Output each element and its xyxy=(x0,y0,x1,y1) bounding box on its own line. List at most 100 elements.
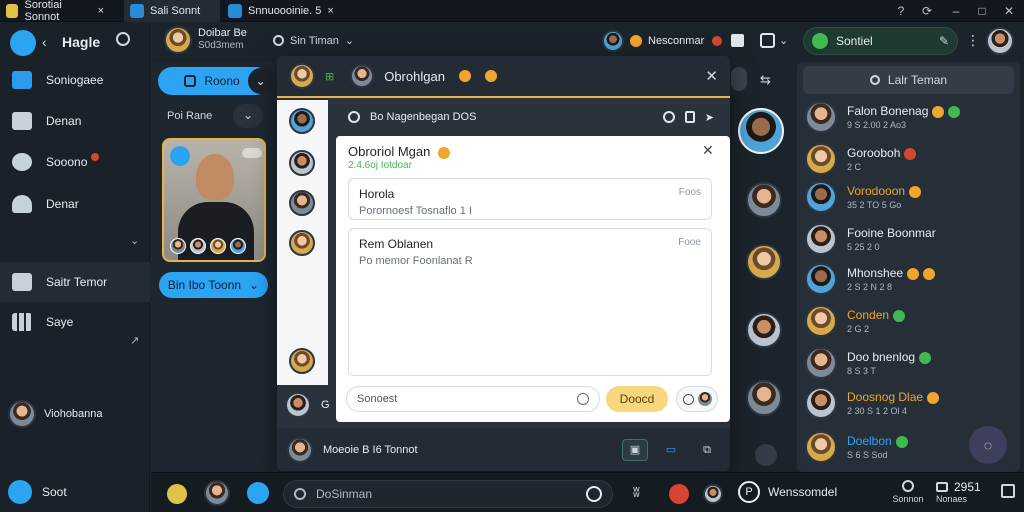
contact-avatar[interactable] xyxy=(746,312,782,348)
tab-2[interactable]: Sali Sonnt xyxy=(124,0,220,22)
profile-entry[interactable]: Viohobanna xyxy=(8,400,103,428)
avatar xyxy=(805,263,837,295)
channel-avatar[interactable] xyxy=(164,26,192,54)
avatar[interactable] xyxy=(289,230,315,256)
avatar[interactable] xyxy=(289,150,315,176)
fullscreen-icon[interactable] xyxy=(1001,484,1015,498)
sidebar-item-denar[interactable]: Denar xyxy=(0,184,150,224)
video-icon[interactable]: ▭ xyxy=(658,439,684,461)
contact-item[interactable]: Conden 2 G 2 xyxy=(805,302,1015,340)
logo-icon xyxy=(10,30,36,56)
butterfly-icon[interactable]: ʬ xyxy=(633,484,640,500)
avatar[interactable] xyxy=(703,484,723,504)
dialog-row[interactable]: G xyxy=(285,392,330,418)
close-window-icon[interactable]: ✕ xyxy=(1001,3,1017,19)
close-icon[interactable]: × xyxy=(98,5,104,17)
close-icon[interactable]: ✕ xyxy=(702,142,714,159)
dialog-footer: Moeoie B I6 Tonnot ▣ ▭ ⧉ xyxy=(277,428,730,471)
sidebar-item-label: Soniogaee xyxy=(46,73,104,87)
contact-item[interactable]: Fooine Boonmar 5 25 2 0 xyxy=(805,220,1015,258)
record-icon[interactable] xyxy=(755,444,777,466)
message-card[interactable]: Horola Porornoesf Tosnaflo 1 I Foos xyxy=(348,178,712,220)
swap-icon[interactable]: ⇆ xyxy=(760,72,771,88)
avatar xyxy=(190,238,206,254)
footer-label: Soot xyxy=(42,485,67,499)
selector-dropdown[interactable]: Sin Timan ⌄ xyxy=(273,34,354,47)
avatar[interactable] xyxy=(289,190,315,216)
attach-button[interactable] xyxy=(676,386,718,412)
tab-1[interactable]: Sorotiai Sonnot × xyxy=(0,0,110,23)
search-icon[interactable] xyxy=(662,111,675,123)
info-icon[interactable] xyxy=(348,111,360,123)
help-icon[interactable]: ? xyxy=(893,3,909,19)
message-preview: Porornoesf Tosnaflo 1 I xyxy=(359,205,472,217)
bottom-search-input[interactable]: DoSinman xyxy=(283,480,613,508)
sidebar-item-soniogaee[interactable]: Soniogaee xyxy=(0,60,150,100)
avatar[interactable] xyxy=(289,348,315,374)
arrow-icon[interactable]: ↗ xyxy=(130,334,139,347)
search-input[interactable]: Sontiel ✎ xyxy=(803,27,958,55)
sync-icon[interactable]: ⟳ xyxy=(919,3,935,19)
filter-label: Poi Rane xyxy=(167,110,213,122)
minimize-icon[interactable]: – xyxy=(948,3,964,19)
new-chat-button[interactable]: ◌ xyxy=(969,426,1007,464)
share-icon[interactable]: ⧉ xyxy=(694,439,720,461)
bottom-search-label: DoSinman xyxy=(316,487,373,501)
message-card[interactable]: Rem Oblanen Po memor Foonlanat R Fooe xyxy=(348,228,712,376)
more-icon[interactable]: ⋮ xyxy=(966,32,980,49)
search-icon[interactable] xyxy=(116,32,130,46)
tab-3[interactable]: Snnuoooinie. 5 × xyxy=(222,0,340,22)
sidebar-item-saitr-temor[interactable]: Saitr Temor xyxy=(0,262,150,302)
emoji-icon[interactable] xyxy=(577,393,589,405)
user-status[interactable]: P Wenssomdel xyxy=(738,481,837,503)
logo-icon[interactable] xyxy=(247,482,269,504)
maximize-icon[interactable]: □ xyxy=(974,3,990,19)
send-button[interactable]: Doocd xyxy=(606,386,668,412)
camera-icon[interactable] xyxy=(760,33,775,48)
search-label: Sontiel xyxy=(836,34,873,48)
sidebar-footer[interactable]: Soot xyxy=(8,480,67,504)
sidebar-item-saye[interactable]: Saye xyxy=(0,302,150,342)
contact-avatar[interactable] xyxy=(738,108,784,154)
filter-button[interactable]: ⌄ xyxy=(233,104,263,128)
doc-icon[interactable] xyxy=(684,111,695,123)
contact-item[interactable]: Mhonshee 2 S 2 N 2 8 xyxy=(805,260,1015,298)
contact-avatar[interactable] xyxy=(746,182,782,218)
join-button[interactable]: Bin Ibo Toonn ⌄ xyxy=(159,272,268,298)
avatar[interactable] xyxy=(289,108,315,134)
record-icon[interactable] xyxy=(669,484,689,504)
close-icon[interactable]: × xyxy=(327,5,333,17)
sidebar-item-denan[interactable]: Denan xyxy=(0,101,150,141)
smile-emoji-icon xyxy=(458,70,471,82)
roono-button[interactable]: Roono ⌄ xyxy=(158,67,274,95)
mic-icon[interactable] xyxy=(586,486,602,502)
profile-avatar[interactable] xyxy=(986,27,1014,55)
chevron-down-icon[interactable]: ⌄ xyxy=(779,34,788,47)
contact-avatar[interactable] xyxy=(746,380,782,416)
app-icon[interactable] xyxy=(167,484,187,504)
message-preview: Po memor Foonlanat R xyxy=(359,255,473,267)
layout-icon[interactable]: ▣ xyxy=(622,438,648,461)
status-emoji-icon xyxy=(630,35,642,47)
bookmark-icon[interactable] xyxy=(731,34,744,47)
contact-item[interactable]: Vorodooon 35 2 TO 5 Go xyxy=(805,178,1015,216)
contact-item[interactable]: Doo bnenlog 8 S 3 T xyxy=(805,344,1015,382)
avatar[interactable] xyxy=(204,480,230,506)
edit-icon[interactable]: ✎ xyxy=(939,34,949,48)
contact-item[interactable]: Falon Bonenag 9 S 2.00 2 Ao3 xyxy=(805,98,1015,136)
contacts-search[interactable]: Lalr Teman xyxy=(803,66,1014,94)
contact-item[interactable]: Gorooboh 2 C xyxy=(805,140,1015,178)
back-icon[interactable]: ‹ xyxy=(42,34,47,50)
send-icon[interactable]: ➤ xyxy=(705,111,730,124)
tab-label: Snnuoooinie. 5 xyxy=(248,5,322,17)
video-card[interactable] xyxy=(162,138,266,262)
close-icon[interactable]: ✕ xyxy=(705,67,718,85)
user-badge[interactable]: Nesconmar xyxy=(602,30,725,52)
contact-avatar[interactable] xyxy=(746,244,782,280)
footer-label: Moeoie B I6 Tonnot xyxy=(323,443,418,456)
reply-input[interactable]: Sonoest xyxy=(346,386,600,412)
collapse-icon[interactable]: ⌄ xyxy=(247,68,274,94)
sidebar-item-sooono[interactable]: Sooono xyxy=(0,142,150,182)
chevron-down-icon[interactable]: ⌄ xyxy=(130,234,139,247)
contact-item[interactable]: Doosnog Dlae 2 30 S 1 2 Ol 4 xyxy=(805,384,1015,422)
